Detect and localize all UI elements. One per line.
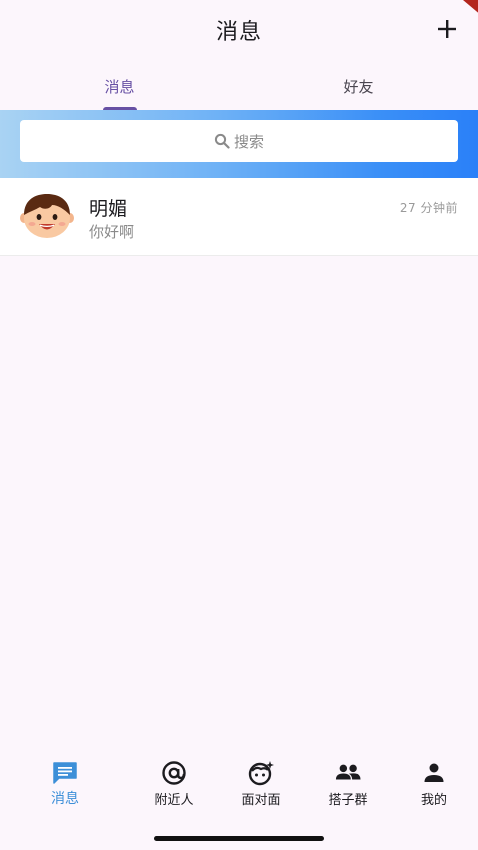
add-button[interactable] [432, 14, 462, 44]
message-preview: 你好啊 [89, 223, 135, 241]
tab-bar: 消息 好友 [0, 62, 478, 110]
nav-item-messages[interactable]: 消息 [30, 760, 100, 808]
page-title: 消息 [215, 20, 262, 45]
nav-item-face-to-face[interactable]: 面对面 [226, 760, 296, 808]
conversation-list: 明媚 你好啊 27 分钟前 [0, 178, 478, 256]
group-icon [335, 764, 361, 780]
search-icon [214, 133, 230, 149]
contact-name: 明媚 [89, 198, 128, 220]
tab-friends[interactable]: 好友 [239, 62, 478, 110]
at-sign-icon [162, 761, 186, 785]
messages-screen: 消息 消息 好友 搜索 明媚 你好啊 27 分钟前 消息 附近人 面对面 搭子群… [0, 0, 478, 850]
search-placeholder: 搜索 [233, 132, 264, 151]
nav-label: 我的 [420, 793, 447, 808]
nav-label: 附近人 [154, 793, 194, 808]
nav-label: 面对面 [241, 793, 281, 808]
search-banner: 搜索 [0, 110, 478, 178]
app-bar: 消息 [0, 0, 478, 60]
bottom-navigation: 消息 附近人 面对面 搭子群 我的 [0, 748, 478, 850]
conversation-item[interactable]: 明媚 你好啊 27 分钟前 [0, 178, 478, 256]
nav-item-me[interactable]: 我的 [399, 760, 469, 808]
face-sparkle-icon [248, 761, 274, 786]
nav-label: 消息 [51, 791, 79, 807]
message-time: 27 分钟前 [399, 201, 458, 215]
home-indicator[interactable] [154, 836, 324, 841]
nav-item-group[interactable]: 搭子群 [313, 760, 383, 808]
tab-messages[interactable]: 消息 [0, 62, 239, 110]
boy-face-avatar [20, 194, 74, 238]
tab-label: 好友 [343, 77, 374, 96]
chat-icon [53, 761, 77, 784]
person-icon [424, 763, 444, 782]
nav-item-nearby[interactable]: 附近人 [139, 760, 209, 808]
plus-icon [438, 20, 456, 38]
nav-label: 搭子群 [328, 793, 368, 808]
tab-label: 消息 [104, 77, 135, 96]
search-input[interactable]: 搜索 [20, 120, 458, 162]
